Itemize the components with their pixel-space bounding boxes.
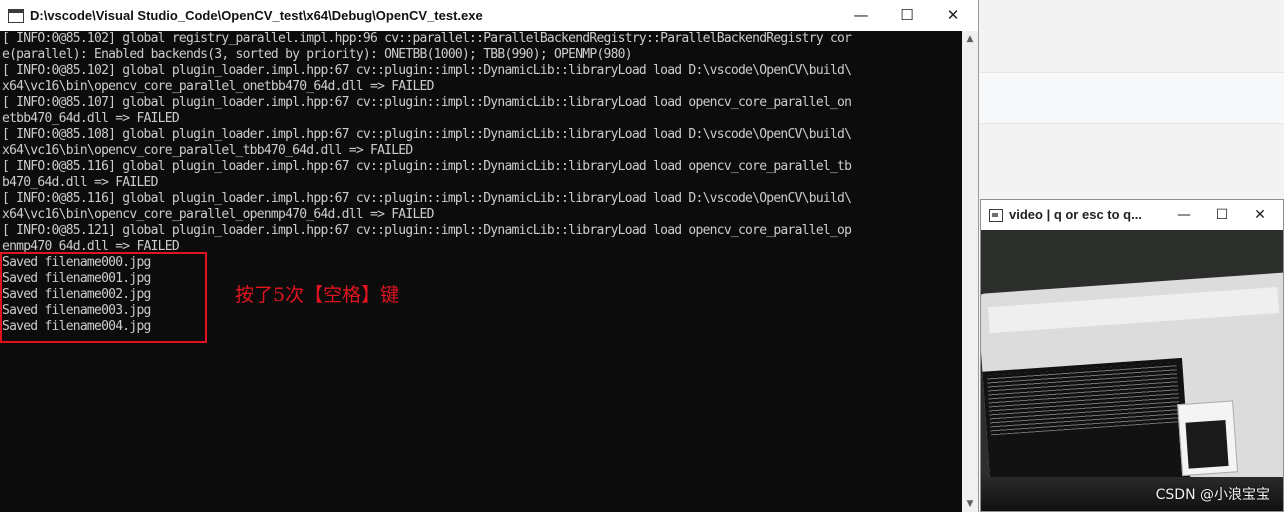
video-frame xyxy=(981,230,1283,511)
video-maximize-button[interactable]: ☐ xyxy=(1205,200,1239,230)
console-title: D:\vscode\Visual Studio_Code\OpenCV_test… xyxy=(30,8,483,23)
camera-small-window xyxy=(1177,400,1239,477)
video-app-icon xyxy=(989,209,1003,222)
console-line: b470_64d.dll => FAILED xyxy=(2,175,158,190)
close-icon: ✕ xyxy=(1254,207,1266,223)
console-line: [ INFO:0@85.121] global plugin_loader.im… xyxy=(2,223,852,238)
console-window[interactable]: D:\vscode\Visual Studio_Code\OpenCV_test… xyxy=(0,0,979,512)
video-window[interactable]: video | q or esc to q... — ☐ ✕ xyxy=(980,199,1284,512)
annotation-text: 按了5次【空格】键 xyxy=(235,284,400,306)
console-line: [ INFO:0@85.102] global plugin_loader.im… xyxy=(2,63,852,78)
minimize-icon: — xyxy=(1177,207,1191,223)
close-icon: ✕ xyxy=(946,6,960,24)
console-line: [ INFO:0@85.116] global plugin_loader.im… xyxy=(2,191,852,206)
vertical-scrollbar[interactable]: ▲ ▼ xyxy=(962,31,978,512)
background-page-strip xyxy=(978,72,1284,124)
watermark: CSDN @小浪宝宝 xyxy=(1155,487,1270,503)
video-titlebar[interactable]: video | q or esc to q... — ☐ ✕ xyxy=(981,200,1283,230)
camera-console-lines xyxy=(986,362,1181,436)
console-line: x64\vc16\bin\opencv_core_parallel_onetbb… xyxy=(2,79,434,94)
maximize-icon: ☐ xyxy=(900,6,914,24)
console-titlebar[interactable]: D:\vscode\Visual Studio_Code\OpenCV_test… xyxy=(0,0,978,31)
camera-browser-bar xyxy=(987,287,1280,334)
console-app-icon xyxy=(8,9,24,23)
console-line: etbb470_64d.dll => FAILED xyxy=(2,111,180,126)
close-button[interactable]: ✕ xyxy=(930,0,976,31)
console-line: [ INFO:0@85.116] global plugin_loader.im… xyxy=(2,159,852,174)
console-line: [ INFO:0@85.107] global plugin_loader.im… xyxy=(2,95,852,110)
console-line: [ INFO:0@85.102] global registry_paralle… xyxy=(2,31,852,46)
maximize-button[interactable]: ☐ xyxy=(884,0,930,31)
video-minimize-button[interactable]: — xyxy=(1167,200,1201,230)
console-line: e(parallel): Enabled backends(3, sorted … xyxy=(2,47,633,62)
video-title: video | q or esc to q... xyxy=(1009,207,1142,222)
console-output[interactable]: [ INFO:0@85.102] global registry_paralle… xyxy=(0,31,962,512)
console-line: [ INFO:0@85.108] global plugin_loader.im… xyxy=(2,127,852,142)
camera-small-window-content xyxy=(1185,419,1229,469)
maximize-icon: ☐ xyxy=(1215,207,1229,223)
scroll-down-icon[interactable]: ▼ xyxy=(962,496,978,512)
scroll-up-icon[interactable]: ▲ xyxy=(962,31,978,47)
minimize-button[interactable]: — xyxy=(838,0,884,31)
console-line: x64\vc16\bin\opencv_core_parallel_openmp… xyxy=(2,207,434,222)
camera-monitor-image xyxy=(981,271,1283,506)
minimize-icon: — xyxy=(853,6,869,24)
video-close-button[interactable]: ✕ xyxy=(1243,200,1277,230)
highlight-box xyxy=(0,252,207,343)
console-line: x64\vc16\bin\opencv_core_parallel_tbb470… xyxy=(2,143,413,158)
